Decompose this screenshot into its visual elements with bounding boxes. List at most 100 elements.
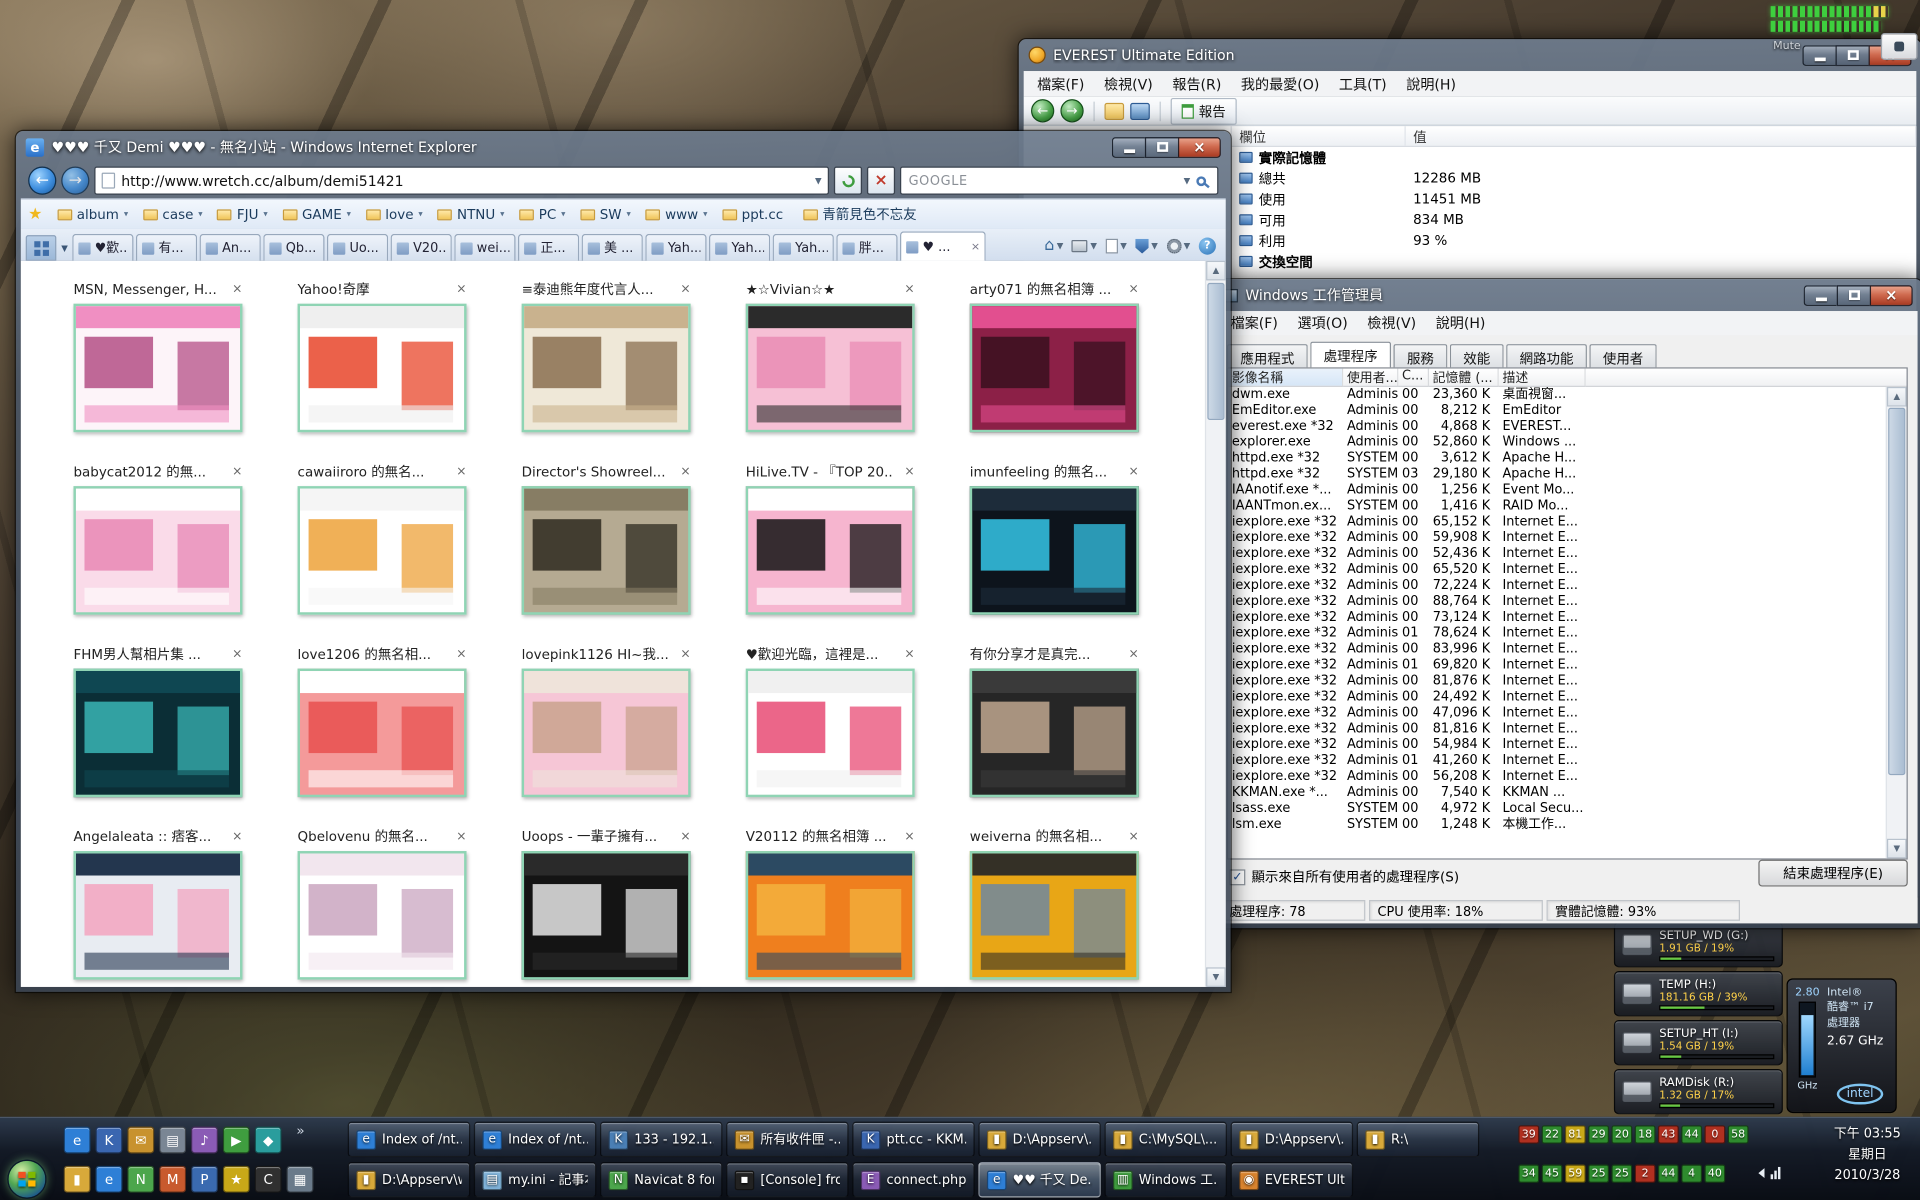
- quick-tab-title[interactable]: HiLive.TV - 『TOP 20...: [746, 462, 893, 482]
- process-row[interactable]: iexplore.exe *32 Adminis... 00 72,224 K …: [1228, 578, 1886, 594]
- tray-monitor-badge[interactable]: 34: [1518, 1164, 1539, 1182]
- process-row[interactable]: explorer.exe Adminis... 00 52,860 K Wind…: [1228, 435, 1886, 451]
- ie-titlebar[interactable]: e ♥♥♥ 千又 Demi ♥♥♥ - 無名小站 - Windows Inter…: [16, 131, 1231, 163]
- drive-meter-gadget[interactable]: TEMP (H:) 181.16 GB / 39%: [1614, 971, 1783, 1016]
- browser-tab[interactable]: ♥ ... ×: [900, 231, 986, 260]
- quick-tab-close-icon[interactable]: ×: [1129, 282, 1139, 295]
- column-header-field[interactable]: 欄位: [1232, 126, 1406, 146]
- browser-tab[interactable]: 美 ... ×: [582, 234, 643, 261]
- search-field[interactable]: GOOGLE ▼: [900, 167, 1218, 195]
- quick-tab-title[interactable]: Director's Showreel...: [522, 463, 666, 479]
- favorites-dropdown-arrow[interactable]: ▾: [627, 209, 631, 219]
- tray-monitor-badge[interactable]: 25: [1611, 1164, 1632, 1182]
- quick-tab-close-icon[interactable]: ×: [1129, 465, 1139, 478]
- favorites-dropdown-arrow[interactable]: ▾: [347, 209, 351, 219]
- page-thumbnail[interactable]: [522, 304, 691, 433]
- quick-launch-icon[interactable]: ▦: [287, 1166, 314, 1193]
- close-button[interactable]: ×: [1178, 137, 1221, 158]
- tab-list-arrow[interactable]: ▼: [59, 244, 70, 261]
- quick-launch-icon[interactable]: ✉: [127, 1127, 154, 1154]
- page-scrollbar[interactable]: ▲ ▼: [1205, 261, 1226, 987]
- quick-tab-close-icon[interactable]: ×: [232, 282, 242, 295]
- minimize-button[interactable]: [1112, 137, 1145, 158]
- volume-control-box[interactable]: [1881, 33, 1918, 60]
- quick-tab-title[interactable]: ≡泰迪熊年度代言人...: [522, 279, 654, 299]
- back-button[interactable]: ←: [1031, 99, 1054, 122]
- tray-monitor-badge[interactable]: 81: [1565, 1125, 1586, 1143]
- quick-tabs-button[interactable]: [26, 235, 57, 261]
- browser-tab[interactable]: 胖... ×: [837, 234, 898, 261]
- menu-item[interactable]: 檔案(F): [1029, 72, 1093, 96]
- process-row[interactable]: iexplore.exe *32 Adminis... 00 83,996 K …: [1228, 642, 1886, 658]
- forward-button[interactable]: →: [61, 167, 89, 195]
- tools-button[interactable]: ▼: [1166, 239, 1190, 254]
- table-row[interactable]: 可用 834 MB: [1232, 209, 1916, 230]
- tray-monitor-badge[interactable]: 20: [1611, 1125, 1632, 1143]
- page-thumbnail[interactable]: [522, 486, 691, 615]
- favorites-bar-item[interactable]: 青箭見色不忘友: [795, 202, 928, 226]
- browser-tab[interactable]: 正... ×: [518, 234, 579, 261]
- tab[interactable]: 效能: [1450, 344, 1504, 368]
- quick-tab-close-icon[interactable]: ×: [456, 465, 466, 478]
- scroll-down-arrow[interactable]: ▼: [1206, 967, 1226, 987]
- process-row[interactable]: iexplore.exe *32 Adminis... 00 56,208 K …: [1228, 769, 1886, 785]
- process-row[interactable]: lsm.exe SYSTEM 00 1,248 K 本機工作...: [1228, 817, 1886, 833]
- quick-tab-close-icon[interactable]: ×: [232, 647, 242, 660]
- quick-tab-title[interactable]: weiverna 的無名相...: [970, 827, 1102, 847]
- process-list-scrollbar[interactable]: ▲ ▼: [1886, 387, 1907, 858]
- favorites-bar-item[interactable]: GAME ▾: [275, 204, 358, 225]
- quick-tab-close-icon[interactable]: ×: [680, 830, 690, 843]
- quick-launch-icon[interactable]: ◆: [255, 1127, 282, 1154]
- stop-button[interactable]: ×: [867, 167, 895, 195]
- quick-tab-title[interactable]: babycat2012 的無...: [73, 462, 206, 482]
- favorites-dropdown-arrow[interactable]: ▾: [500, 209, 504, 219]
- browser-tab[interactable]: Yah... ×: [646, 234, 707, 261]
- taskbar-window-button[interactable]: ✉ 所有收件匣 -...: [726, 1122, 848, 1158]
- quick-tab-close-icon[interactable]: ×: [904, 282, 914, 295]
- taskbar-window-button[interactable]: e Index of /nt...: [348, 1122, 470, 1158]
- favorites-bar-item[interactable]: FJU ▾: [210, 204, 275, 225]
- page-thumbnail[interactable]: [746, 486, 915, 615]
- page-thumbnail[interactable]: [970, 486, 1139, 615]
- quick-tab-close-icon[interactable]: ×: [1129, 647, 1139, 660]
- quick-tab-title[interactable]: cawaiiroro 的無名...: [298, 462, 425, 482]
- end-process-button[interactable]: 結束處理程序(E): [1758, 860, 1907, 887]
- page-thumbnail[interactable]: [970, 304, 1139, 433]
- page-thumbnail[interactable]: [970, 669, 1139, 798]
- scroll-down-arrow[interactable]: ▼: [1887, 839, 1907, 859]
- page-thumbnail[interactable]: [298, 851, 467, 980]
- page-thumbnail[interactable]: [298, 486, 467, 615]
- page-button[interactable]: ▼: [1106, 239, 1127, 254]
- taskbar-window-button[interactable]: ▮ D:\Appserv\...: [1231, 1122, 1353, 1158]
- tab[interactable]: 處理程序: [1310, 342, 1391, 369]
- page-thumbnail[interactable]: [970, 851, 1139, 980]
- add-favorite-icon[interactable]: ★: [28, 205, 42, 223]
- process-row[interactable]: KKMAN.exe *... Adminis... 00 7,540 K KKM…: [1228, 785, 1886, 801]
- quick-tab-title[interactable]: Uoops - 一輩子擁有...: [522, 827, 658, 847]
- process-row[interactable]: iexplore.exe *32 Adminis... 00 24,492 K …: [1228, 689, 1886, 705]
- favorites-bar-item[interactable]: love ▾: [358, 204, 430, 225]
- column-header[interactable]: 使用者...: [1343, 369, 1398, 387]
- page-thumbnail[interactable]: [522, 669, 691, 798]
- menu-item[interactable]: 說明(H): [1398, 72, 1465, 96]
- tray-monitor-badge[interactable]: 29: [1588, 1125, 1609, 1143]
- forward-button[interactable]: →: [1060, 99, 1083, 122]
- quick-launch-icon[interactable]: M: [159, 1166, 186, 1193]
- quick-tab-close-icon[interactable]: ×: [456, 647, 466, 660]
- process-row[interactable]: lsass.exe SYSTEM 00 4,972 K Local Secu..…: [1228, 801, 1886, 817]
- speaker-icon[interactable]: [1758, 1168, 1764, 1178]
- quick-tab-title[interactable]: ★☆Vivian☆★: [746, 281, 835, 297]
- taskbar-window-button[interactable]: ▪ [Console] frog: [726, 1162, 848, 1198]
- maximize-button[interactable]: [1145, 137, 1178, 158]
- process-row[interactable]: iexplore.exe *32 Adminis... 00 54,984 K …: [1228, 737, 1886, 753]
- browser-tab[interactable]: V20... ×: [391, 234, 452, 261]
- page-thumbnail[interactable]: [73, 669, 242, 798]
- back-button[interactable]: ←: [28, 167, 56, 195]
- table-row[interactable]: 總共 12286 MB: [1232, 168, 1916, 189]
- tray-monitor-badge[interactable]: 18: [1635, 1125, 1656, 1143]
- favorites-dropdown-arrow[interactable]: ▾: [263, 209, 267, 219]
- quick-launch-icon[interactable]: ▶: [223, 1127, 250, 1154]
- menu-item[interactable]: 檢視(V): [1359, 311, 1425, 335]
- page-thumbnail[interactable]: [746, 669, 915, 798]
- taskbar-window-button[interactable]: ▮ R:\: [1357, 1122, 1479, 1158]
